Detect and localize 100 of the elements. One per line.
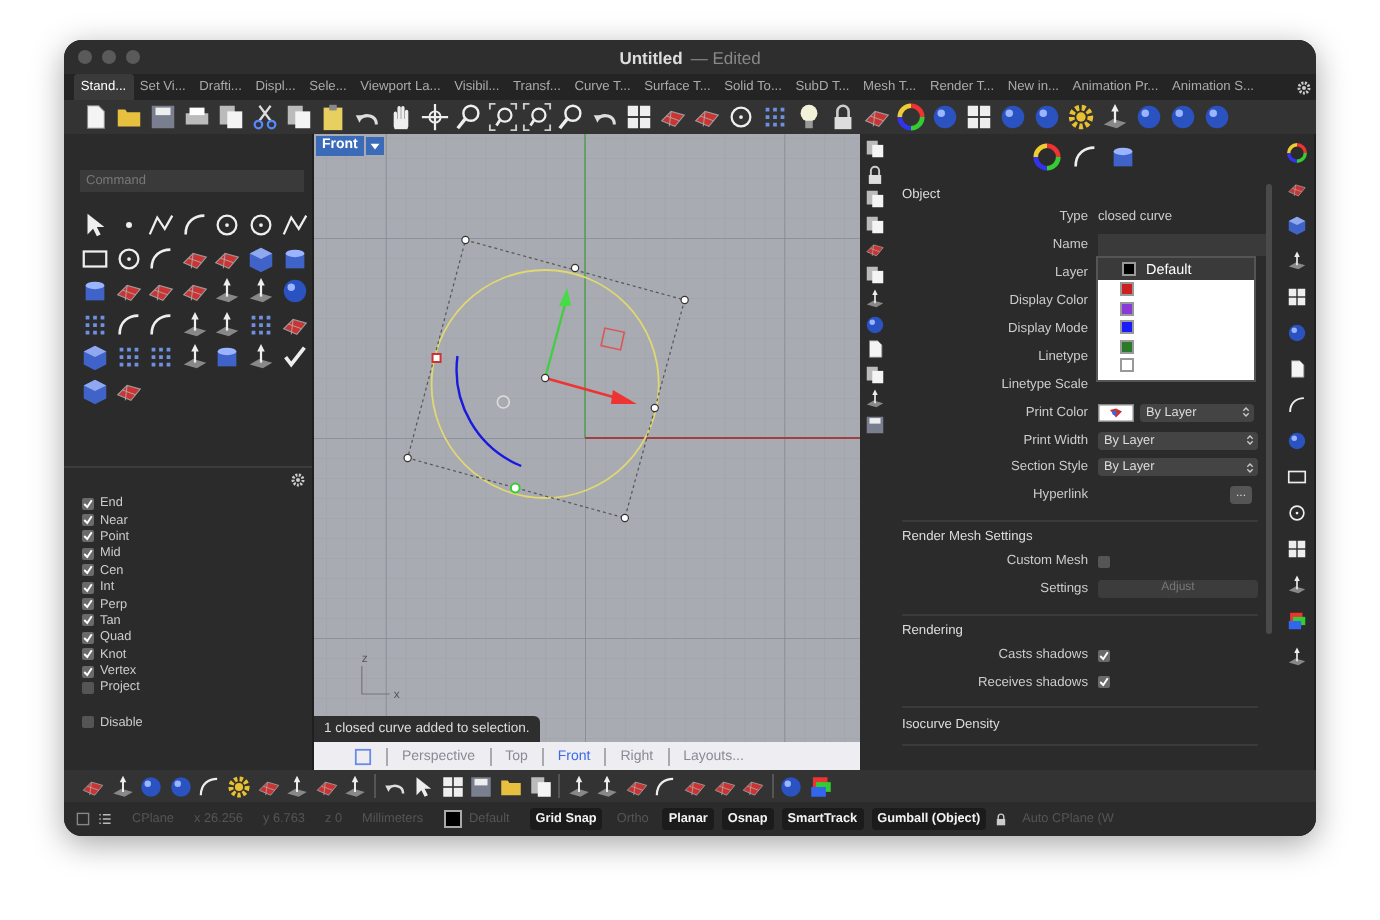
copy-icon[interactable] — [864, 188, 886, 210]
checkbox[interactable] — [1098, 649, 1110, 662]
circle-icon[interactable] — [726, 102, 756, 132]
checkbox[interactable] — [82, 514, 94, 527]
viewport-layout-icon[interactable] — [354, 747, 372, 765]
copy-icon[interactable] — [864, 213, 886, 235]
copy-icon[interactable] — [864, 263, 886, 285]
sphere-icon[interactable] — [864, 313, 886, 335]
curve-icon[interactable] — [179, 210, 210, 240]
arrow-on-grid-icon[interactable] — [1285, 646, 1307, 668]
arrow-on-grid-icon[interactable] — [284, 773, 311, 799]
checkbox[interactable] — [82, 530, 94, 543]
copy-icon[interactable] — [284, 102, 314, 132]
clipboard-icon[interactable] — [318, 102, 348, 132]
padlock-icon[interactable] — [864, 163, 886, 185]
curve-icon[interactable] — [1069, 142, 1099, 172]
settings-icon[interactable] — [290, 471, 306, 487]
cube-icon[interactable] — [245, 243, 276, 273]
layer-color-swatch[interactable] — [443, 810, 462, 828]
sphere-icon[interactable] — [1134, 102, 1164, 132]
four-panes-icon[interactable] — [1285, 538, 1307, 560]
arrow-on-grid-icon[interactable] — [212, 309, 243, 339]
dot-grid-icon[interactable] — [760, 102, 790, 132]
gear-icon[interactable] — [1066, 102, 1096, 132]
magnifier-frame-icon[interactable] — [522, 102, 552, 132]
polyline-icon[interactable] — [146, 210, 177, 240]
circle-icon[interactable] — [212, 210, 243, 240]
arrow-on-grid-icon[interactable] — [864, 388, 886, 410]
sphere-icon[interactable] — [930, 102, 960, 132]
arrow-on-grid-icon[interactable] — [1100, 102, 1130, 132]
curve-icon[interactable] — [1285, 394, 1307, 416]
checkbox[interactable] — [82, 614, 94, 627]
copy-icon[interactable] — [864, 363, 886, 385]
cylinder-icon[interactable] — [80, 276, 110, 306]
sphere-icon[interactable] — [1285, 430, 1307, 452]
curve-icon[interactable] — [652, 773, 679, 799]
arrow-on-grid-icon[interactable] — [245, 276, 276, 306]
print-color-swatch[interactable] — [1098, 403, 1134, 422]
sphere-icon[interactable] — [138, 773, 165, 799]
arrow-on-grid-icon[interactable] — [864, 288, 886, 310]
curve-icon[interactable] — [196, 773, 223, 799]
arrow-on-grid-icon[interactable] — [594, 773, 621, 799]
checkbox[interactable] — [1098, 676, 1110, 689]
checkbox[interactable] — [82, 581, 94, 594]
cube-icon[interactable] — [80, 375, 110, 405]
arrow-on-grid-icon[interactable] — [212, 276, 243, 306]
sphere-icon[interactable] — [998, 102, 1028, 132]
checkbox[interactable] — [82, 497, 94, 510]
sphere-icon[interactable] — [778, 773, 805, 799]
color-wheel-icon[interactable] — [1031, 142, 1061, 172]
checkbox[interactable] — [82, 598, 94, 611]
four-panes-icon[interactable] — [624, 102, 654, 132]
rectangle-icon[interactable] — [1285, 466, 1307, 488]
checkmark-icon[interactable] — [279, 342, 310, 372]
color-wheel-icon[interactable] — [1285, 142, 1307, 164]
scissors-icon[interactable] — [250, 102, 280, 132]
circle-icon[interactable] — [1285, 502, 1307, 524]
list-icon[interactable] — [98, 812, 112, 826]
sphere-icon[interactable] — [1285, 322, 1307, 344]
arrow-on-grid-icon[interactable] — [109, 773, 136, 799]
square-icon[interactable] — [76, 812, 90, 826]
curve-icon[interactable] — [113, 309, 144, 339]
arrow-on-grid-icon[interactable] — [179, 342, 210, 372]
copy-icon[interactable] — [216, 102, 246, 132]
circle-icon[interactable] — [245, 210, 276, 240]
stacked-sheets-icon[interactable] — [808, 773, 835, 799]
checkbox[interactable] — [82, 648, 94, 661]
crosshair-icon[interactable] — [420, 102, 450, 132]
document-icon[interactable] — [1285, 358, 1307, 380]
magnifier-icon[interactable] — [454, 102, 484, 132]
arrow-on-grid-icon[interactable] — [565, 773, 592, 799]
checkbox[interactable] — [82, 716, 94, 729]
settings-icon[interactable] — [1296, 79, 1312, 95]
magnifier-frame-icon[interactable] — [488, 102, 518, 132]
four-panes-icon[interactable] — [964, 102, 994, 132]
sphere-icon[interactable] — [167, 773, 194, 799]
polyline-icon[interactable] — [279, 210, 310, 240]
checkbox[interactable] — [1098, 555, 1110, 568]
sphere-icon[interactable] — [279, 276, 310, 306]
name-field[interactable] — [1098, 234, 1266, 257]
sphere-icon[interactable] — [1032, 102, 1062, 132]
copy-icon[interactable] — [527, 773, 553, 799]
checkbox[interactable] — [82, 547, 94, 560]
checkbox[interactable] — [82, 631, 94, 644]
padlock-icon[interactable] — [994, 812, 1009, 826]
four-panes-icon[interactable] — [1285, 286, 1307, 308]
document-icon[interactable] — [864, 338, 886, 360]
surface-patch-icon[interactable] — [1285, 178, 1307, 200]
arc-handle[interactable] — [455, 355, 522, 468]
arrow-on-grid-icon[interactable] — [179, 309, 210, 339]
stacked-sheets-icon[interactable] — [1285, 610, 1307, 632]
arrow-on-grid-icon[interactable] — [1285, 250, 1307, 272]
arrow-on-grid-icon[interactable] — [1285, 574, 1307, 596]
four-panes-icon[interactable] — [439, 773, 466, 799]
gear-icon[interactable] — [225, 773, 252, 799]
checkbox[interactable] — [82, 681, 94, 694]
checkbox[interactable] — [82, 564, 94, 577]
checkbox[interactable] — [82, 665, 94, 678]
surface-patch-icon[interactable] — [864, 238, 886, 260]
sphere-icon[interactable] — [1202, 102, 1232, 132]
